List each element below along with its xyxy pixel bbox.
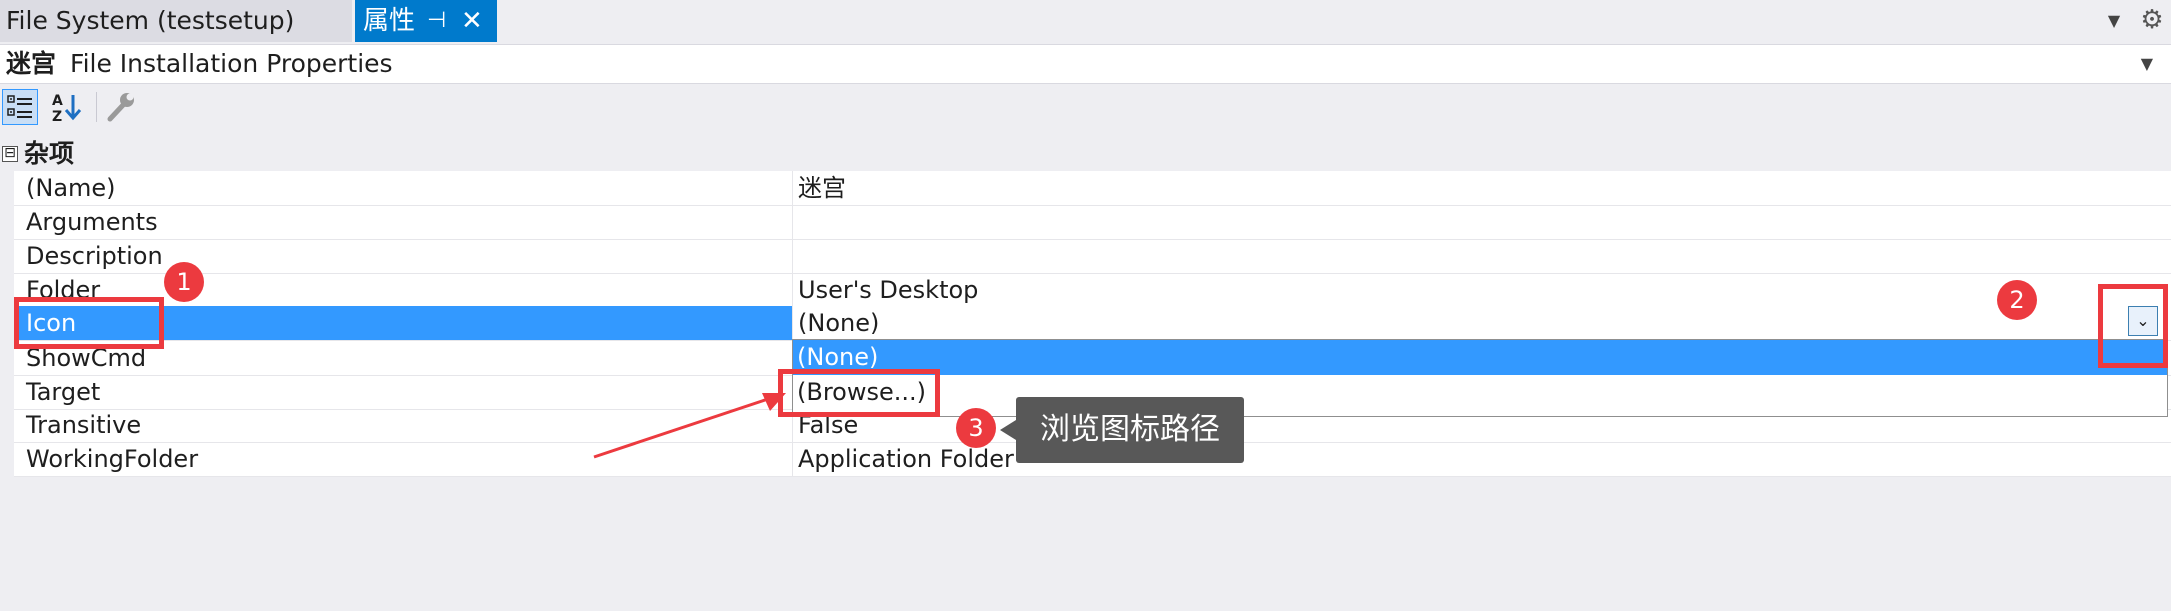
annotation-box-icon-property (14, 297, 164, 349)
pin-icon[interactable]: ⊣ (427, 0, 446, 42)
step-badge-3: 3 (956, 408, 996, 448)
alphabetical-button[interactable]: A Z (48, 89, 84, 125)
property-name: Description (26, 242, 163, 270)
column-divider (792, 171, 793, 205)
tab-properties[interactable]: 属性 ⊣ ✕ (355, 0, 497, 42)
tooltip-pointer (1000, 420, 1016, 440)
property-name: (Name) (26, 174, 116, 202)
column-divider (792, 306, 793, 340)
svg-text:A: A (52, 93, 63, 109)
property-value[interactable]: (None) (798, 306, 879, 340)
categorized-icon (7, 95, 32, 118)
chevron-down-icon[interactable]: ▼ (2141, 45, 2153, 83)
sort-az-icon: A Z (52, 93, 82, 125)
column-divider (792, 205, 793, 239)
close-icon[interactable]: ✕ (461, 0, 483, 42)
property-name: Target (26, 378, 101, 406)
category-header[interactable]: 杂项 (0, 137, 2171, 171)
annotation-arrow (593, 393, 786, 459)
property-row-arguments[interactable]: Arguments (14, 205, 2171, 240)
property-name: Arguments (26, 208, 158, 236)
property-row-name[interactable]: (Name) 迷宫 (14, 171, 2171, 206)
property-value[interactable]: 迷宫 (798, 171, 846, 205)
object-selector[interactable]: 迷宫 File Installation Properties ▼ (0, 44, 2171, 84)
column-divider (792, 273, 793, 307)
column-divider (792, 239, 793, 273)
tab-file-system[interactable]: File System (testsetup) (0, 0, 352, 42)
dropdown-option-none[interactable]: (None) (793, 340, 2167, 375)
property-row-folder[interactable]: Folder User's Desktop (14, 273, 2171, 308)
annotation-box-dropdown-button (2098, 284, 2168, 368)
step-badge-2: 2 (1997, 280, 2037, 320)
property-name: WorkingFolder (26, 445, 199, 473)
property-row-icon[interactable]: Icon (None) (14, 306, 2171, 341)
properties-toolbar: A Z (0, 85, 2171, 129)
property-pages-button[interactable] (102, 89, 138, 125)
step-badge-1: 1 (164, 262, 204, 302)
tab-list-dropdown-icon[interactable]: ▼ (2103, 10, 2125, 32)
property-value[interactable]: User's Desktop (798, 273, 978, 307)
annotation-tooltip: 浏览图标路径 (1016, 397, 1244, 463)
dropdown-option-browse[interactable]: (Browse...) (793, 375, 2167, 410)
svg-text:Z: Z (52, 109, 62, 125)
gear-icon[interactable]: ⚙ (2138, 6, 2166, 34)
property-row-description[interactable]: Description (14, 239, 2171, 274)
property-name: Transitive (26, 411, 142, 439)
annotation-box-browse-option (778, 369, 940, 417)
object-name: 迷宫 (6, 49, 57, 78)
toolbar-separator (96, 92, 97, 122)
categorized-button[interactable] (2, 89, 38, 125)
object-type: File Installation Properties (70, 49, 393, 78)
wrench-icon (107, 93, 134, 122)
tab-properties-label: 属性 (363, 6, 416, 36)
